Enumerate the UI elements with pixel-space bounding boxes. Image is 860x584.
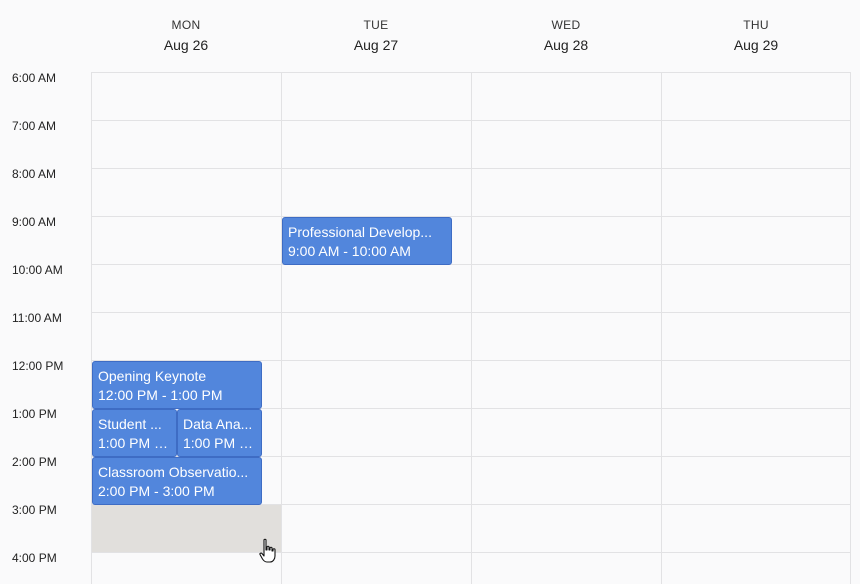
time-label: 12:00 PM xyxy=(12,359,64,373)
day-header-mon[interactable]: MON Aug 26 xyxy=(91,18,281,53)
time-label: 4:00 PM xyxy=(12,551,57,565)
hovered-time-slot[interactable] xyxy=(92,505,281,552)
day-of-week: TUE xyxy=(363,18,389,32)
event-professional-development[interactable]: Professional Develop... 9:00 AM - 10:00 … xyxy=(282,217,452,265)
event-opening-keynote[interactable]: Opening Keynote 12:00 PM - 1:00 PM xyxy=(92,361,262,409)
day-date: Aug 27 xyxy=(353,37,399,53)
event-time: 2:00 PM - 3:00 PM xyxy=(98,483,215,499)
event-title: Professional Develop... xyxy=(288,224,432,240)
event-time: 12:00 PM - 1:00 PM xyxy=(98,387,223,403)
day-date: Aug 29 xyxy=(733,37,779,53)
day-header-tue[interactable]: TUE Aug 27 xyxy=(281,18,471,53)
event-title: Classroom Observatio... xyxy=(98,464,249,480)
day-date: Aug 28 xyxy=(543,37,589,53)
hand-pointer-icon xyxy=(259,538,276,563)
event-title: Opening Keynote xyxy=(98,368,207,384)
event-time: 1:00 PM - ... xyxy=(98,435,171,451)
event-time: 9:00 AM - 10:00 AM xyxy=(288,243,411,259)
time-label: 11:00 AM xyxy=(12,311,62,325)
time-label: 9:00 AM xyxy=(12,215,57,229)
time-label: 10:00 AM xyxy=(12,263,63,277)
event-student[interactable]: Student ... 1:00 PM - ... xyxy=(92,409,177,457)
day-date: Aug 26 xyxy=(163,37,209,53)
day-of-week: THU xyxy=(743,18,769,32)
time-label: 3:00 PM xyxy=(12,503,57,517)
day-header-thu[interactable]: THU Aug 29 xyxy=(661,18,851,53)
event-data-analysis[interactable]: Data Ana... 1:00 PM - ... xyxy=(177,409,262,457)
event-title: Data Ana... xyxy=(183,416,253,432)
event-title: Student ... xyxy=(98,416,162,432)
time-label: 6:00 AM xyxy=(12,71,57,85)
time-label: 8:00 AM xyxy=(12,167,57,181)
day-of-week: MON xyxy=(171,18,201,32)
time-label: 2:00 PM xyxy=(12,455,57,469)
event-time: 1:00 PM - ... xyxy=(183,435,256,451)
time-label: 1:00 PM xyxy=(12,407,57,421)
time-label: 7:00 AM xyxy=(12,119,57,133)
day-of-week: WED xyxy=(551,18,581,32)
day-header-wed[interactable]: WED Aug 28 xyxy=(471,18,661,53)
event-classroom-observation[interactable]: Classroom Observatio... 2:00 PM - 3:00 P… xyxy=(92,457,262,505)
